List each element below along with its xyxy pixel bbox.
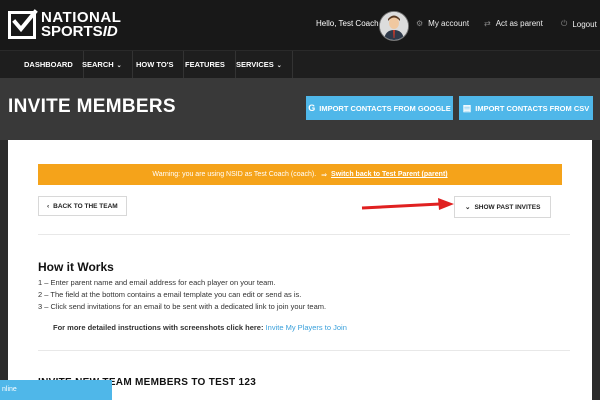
switch-icon: ⇒ <box>321 171 328 179</box>
nav-search[interactable]: SEARCH ⌄ <box>72 51 133 79</box>
switch-back-link[interactable]: Switch back to Test Parent (parent) <box>331 171 448 178</box>
more-text: For more detailed instructions with scre… <box>53 323 264 332</box>
step-2: 2 – The field at the bottom contains a e… <box>38 290 302 299</box>
logout-icon: ⏻ <box>561 19 568 28</box>
logo-check-icon <box>8 9 38 39</box>
more-instructions: For more detailed instructions with scre… <box>53 323 347 332</box>
import-csv-button[interactable]: ▤ IMPORT CONTACTS FROM CSV <box>459 96 593 120</box>
import-google-button[interactable]: G IMPORT CONTACTS FROM GOOGLE <box>306 96 453 120</box>
how-it-works-title: How it Works <box>38 260 114 274</box>
back-to-team-button[interactable]: ‹ BACK TO THE TEAM <box>38 196 127 216</box>
annotation-arrow <box>361 198 454 210</box>
google-icon: G <box>308 103 316 113</box>
chevron-down-icon: ⌄ <box>116 63 122 69</box>
top-bar: NATIONAL SPORTSID Hello, Test Coach ⚙ My… <box>0 0 600 50</box>
brand-line-2-suffix: ID <box>102 23 118 40</box>
divider <box>38 350 570 351</box>
act-as-parent-label: Act as parent <box>495 19 543 28</box>
logout-link[interactable]: ⏻ Logout <box>561 19 597 29</box>
greeting: Hello, Test Coach <box>316 19 379 28</box>
nav-services-label: SERVICES <box>236 60 274 69</box>
import-google-label: IMPORT CONTACTS FROM GOOGLE <box>319 103 451 113</box>
nav-howtos-label: HOW TO'S <box>136 60 174 69</box>
import-csv-label: IMPORT CONTACTS FROM CSV <box>475 103 590 113</box>
file-icon: ▤ <box>462 102 472 113</box>
page-title: INVITE MEMBERS <box>8 96 176 117</box>
warning-banner: Warning: you are using NSID as Test Coac… <box>38 164 562 185</box>
page-header: INVITE MEMBERS G IMPORT CONTACTS FROM GO… <box>0 78 600 140</box>
my-account-link[interactable]: ⚙ My account <box>416 19 469 28</box>
my-account-label: My account <box>428 19 470 28</box>
logout-label: Logout <box>572 19 597 29</box>
main-nav: DASHBOARD SEARCH ⌄ HOW TO'S FEATURES SERV… <box>0 50 600 79</box>
back-to-team-label: BACK TO THE TEAM <box>53 202 118 210</box>
content-panel: Warning: you are using NSID as Test Coac… <box>8 140 592 400</box>
chevron-down-icon: ⌄ <box>276 63 282 69</box>
step-1: 1 – Enter parent name and email address … <box>38 278 276 287</box>
brand-line-2: SPORTS <box>41 23 103 40</box>
step-3: 3 – Click send invitations for an email … <box>38 302 327 311</box>
switch-icon: ⇄ <box>484 19 491 28</box>
nav-services[interactable]: SERVICES ⌄ <box>226 51 293 79</box>
invite-players-link[interactable]: Invite My Players to Join <box>266 323 347 332</box>
nav-features-label: FEATURES <box>185 60 225 69</box>
divider <box>38 234 570 235</box>
chevron-left-icon: ‹ <box>47 202 50 210</box>
act-as-parent-link[interactable]: ⇄ Act as parent <box>484 19 543 28</box>
nav-dashboard-label: DASHBOARD <box>24 60 73 69</box>
nav-search-label: SEARCH <box>82 60 114 69</box>
show-past-invites-button[interactable]: ⌄ SHOW PAST INVITES <box>454 196 552 218</box>
brand-logo[interactable]: NATIONAL SPORTSID <box>8 8 121 42</box>
warning-text: Warning: you are using NSID as Test Coac… <box>152 171 317 178</box>
gear-icon: ⚙ <box>416 19 424 28</box>
avatar[interactable] <box>379 11 409 41</box>
show-past-invites-label: SHOW PAST INVITES <box>474 203 541 211</box>
chevron-down-icon: ⌄ <box>465 204 471 211</box>
online-status-bar[interactable]: nline <box>0 380 112 400</box>
